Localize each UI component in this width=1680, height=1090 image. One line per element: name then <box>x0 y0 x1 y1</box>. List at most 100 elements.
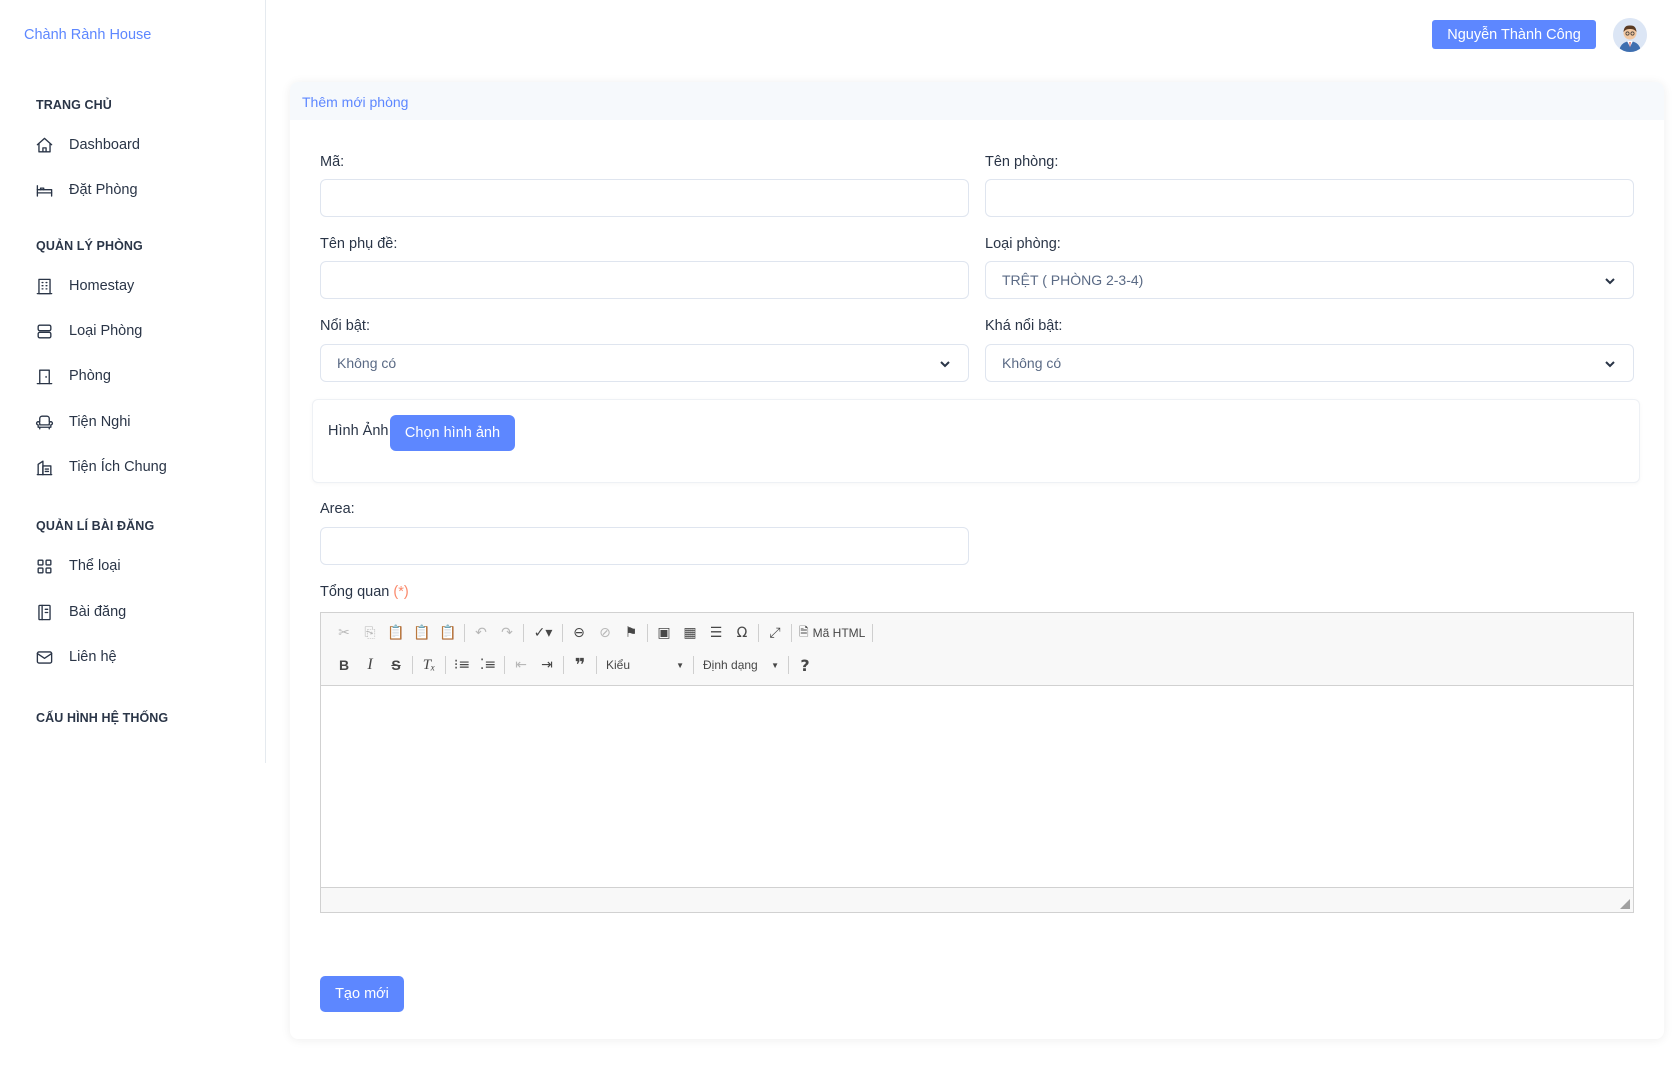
source-html-label: Mã HTML <box>812 626 866 640</box>
toolbar-row-2: B I S Tₓ ⁝≡ ⁚≡ ⇤ ⇥ ❞ Kiểu ▼ Định dạng ▼ ? <box>331 651 818 679</box>
loai-phong-label: Loại phòng: <box>985 236 1061 252</box>
paste-from-word-icon[interactable]: 📋 <box>435 620 461 646</box>
remove-format-icon[interactable]: Tₓ <box>416 652 442 678</box>
area-label: Area: <box>320 501 355 517</box>
source-icon: 🗎 <box>799 624 809 639</box>
italic-icon[interactable]: I <box>357 652 383 678</box>
style-dropdown[interactable]: Kiểu ▼ <box>600 652 690 678</box>
kha-noi-bat-value: Không có <box>1002 355 1062 371</box>
user-menu-button[interactable]: Nguyễn Thành Công <box>1432 20 1596 49</box>
page-title: Thêm mới phòng <box>302 94 409 110</box>
home-icon <box>34 135 54 155</box>
sidebar-item-bai-dang[interactable]: Bài đăng <box>34 598 244 626</box>
horizontal-line-icon[interactable]: ☰ <box>703 620 729 646</box>
bold-icon[interactable]: B <box>331 652 357 678</box>
source-html-button[interactable]: 🗎 Mã HTML <box>795 620 869 646</box>
outdent-icon[interactable]: ⇤ <box>508 652 534 678</box>
undo-icon[interactable]: ↶ <box>468 620 494 646</box>
create-button[interactable]: Tạo mới <box>320 976 404 1012</box>
editor-toolbar: ✂ ⎘ 📋 📋 📋 ↶ ↷ ✓▾ ⊖ ⊘ ⚑ ▣ ▦ ☰ Ω ⤢ 🗎 Mã HT… <box>321 613 1633 686</box>
caret-down-icon: ▼ <box>771 660 779 670</box>
maximize-icon[interactable]: ⤢ <box>762 620 788 646</box>
sidebar-item-dat-phong[interactable]: Đặt Phòng <box>34 176 244 204</box>
image-icon[interactable]: ▣ <box>651 620 677 646</box>
armchair-icon <box>34 412 54 432</box>
avatar[interactable] <box>1613 18 1647 52</box>
toolbar-separator <box>791 624 792 642</box>
help-icon[interactable]: ? <box>792 652 818 678</box>
kha-noi-bat-select[interactable]: Không có <box>985 344 1634 382</box>
format-dropdown[interactable]: Định dạng ▼ <box>697 652 785 678</box>
sidebar-item-phong[interactable]: Phòng <box>34 362 244 390</box>
ten-phu-de-input[interactable] <box>320 261 969 299</box>
tong-quan-label: Tổng quan (*) <box>320 584 409 600</box>
sidebar-item-label: Homestay <box>69 278 135 294</box>
editor-content-area[interactable] <box>321 687 1633 887</box>
sidebar-item-label: Tiện Nghi <box>69 414 131 430</box>
sidebar-item-label: Liên hệ <box>69 649 117 665</box>
toolbar-separator <box>523 624 524 642</box>
choose-image-button[interactable]: Chọn hình ảnh <box>390 415 515 451</box>
bulleted-list-icon[interactable]: ⁚≡ <box>475 652 501 678</box>
loai-phong-select[interactable]: TRỆT ( PHÒNG 2-3-4) <box>985 261 1634 299</box>
server-icon <box>34 321 54 341</box>
paste-icon[interactable]: 📋 <box>383 620 409 646</box>
toolbar-separator <box>464 624 465 642</box>
strikethrough-icon[interactable]: S <box>383 652 409 678</box>
sidebar-item-lien-he[interactable]: Liên hệ <box>34 643 244 671</box>
table-icon[interactable]: ▦ <box>677 620 703 646</box>
sidebar-item-tien-nghi[interactable]: Tiện Nghi <box>34 408 244 436</box>
sidebar-item-label: Bài đăng <box>69 604 127 620</box>
sidebar-item-label: Đặt Phòng <box>69 182 138 198</box>
spellcheck-icon[interactable]: ✓▾ <box>527 620 559 646</box>
toolbar-separator <box>412 656 413 674</box>
door-icon <box>34 366 54 386</box>
unlink-icon[interactable]: ⊘ <box>592 620 618 646</box>
sidebar-item-dashboard[interactable]: Dashboard <box>34 131 244 159</box>
user-avatar-icon <box>1613 18 1647 52</box>
area-input[interactable] <box>320 527 969 565</box>
brand-logo-text[interactable]: Chành Rành House <box>24 27 151 43</box>
kha-noi-bat-label: Khá nổi bật: <box>985 318 1063 334</box>
notebook-icon <box>34 602 54 622</box>
redo-icon[interactable]: ↷ <box>494 620 520 646</box>
chevron-down-icon <box>1603 357 1617 371</box>
cut-icon[interactable]: ✂ <box>331 620 357 646</box>
toolbar-separator <box>596 656 597 674</box>
nav-section-title-rooms: QUẢN LÝ PHÒNG <box>36 239 143 253</box>
add-room-card: Thêm mới phòng Mã: Tên phòng: Tên phụ đề… <box>290 82 1664 1039</box>
link-icon[interactable]: ⊖ <box>566 620 592 646</box>
chevron-down-icon <box>938 357 952 371</box>
sidebar-item-the-loai[interactable]: Thể loại <box>34 552 244 580</box>
toolbar-row-1: ✂ ⎘ 📋 📋 📋 ↶ ↷ ✓▾ ⊖ ⊘ ⚑ ▣ ▦ ☰ Ω ⤢ 🗎 Mã HT… <box>331 619 876 647</box>
indent-icon[interactable]: ⇥ <box>534 652 560 678</box>
resize-grip-icon[interactable] <box>1620 899 1630 909</box>
loai-phong-value: TRỆT ( PHÒNG 2-3-4) <box>1002 272 1144 288</box>
image-upload-panel: Hình Ảnh Chọn hình ảnh <box>312 399 1640 483</box>
sidebar-item-label: Loại Phòng <box>69 323 143 339</box>
copy-icon[interactable]: ⎘ <box>357 620 383 646</box>
nav-section-title-home: TRANG CHỦ <box>36 98 112 112</box>
numbered-list-icon[interactable]: ⁝≡ <box>449 652 475 678</box>
required-marker: (*) <box>393 584 409 600</box>
ma-input[interactable] <box>320 179 969 217</box>
rich-text-editor: ✂ ⎘ 📋 📋 📋 ↶ ↷ ✓▾ ⊖ ⊘ ⚑ ▣ ▦ ☰ Ω ⤢ 🗎 Mã HT… <box>320 612 1634 913</box>
sidebar-item-tien-ich-chung[interactable]: Tiện Ích Chung <box>34 453 244 481</box>
nav-section-title-config[interactable]: CẤU HÌNH HỆ THỐNG <box>36 711 168 725</box>
ten-phong-input[interactable] <box>985 179 1634 217</box>
chevron-down-icon <box>1603 274 1617 288</box>
noi-bat-select[interactable]: Không có <box>320 344 969 382</box>
blockquote-icon[interactable]: ❞ <box>567 652 593 678</box>
sidebar-item-loai-phong[interactable]: Loại Phòng <box>34 317 244 345</box>
toolbar-separator <box>872 624 874 642</box>
toolbar-separator <box>693 656 694 674</box>
special-char-icon[interactable]: Ω <box>729 620 755 646</box>
sidebar-item-label: Thể loại <box>69 558 121 574</box>
paste-text-icon[interactable]: 📋 <box>409 620 435 646</box>
toolbar-separator <box>445 656 446 674</box>
editor-footer <box>321 887 1633 912</box>
format-dropdown-label: Định dạng <box>703 658 758 672</box>
anchor-flag-icon[interactable]: ⚑ <box>618 620 644 646</box>
sidebar-item-homestay[interactable]: Homestay <box>34 272 244 300</box>
buildings-icon <box>34 457 54 477</box>
